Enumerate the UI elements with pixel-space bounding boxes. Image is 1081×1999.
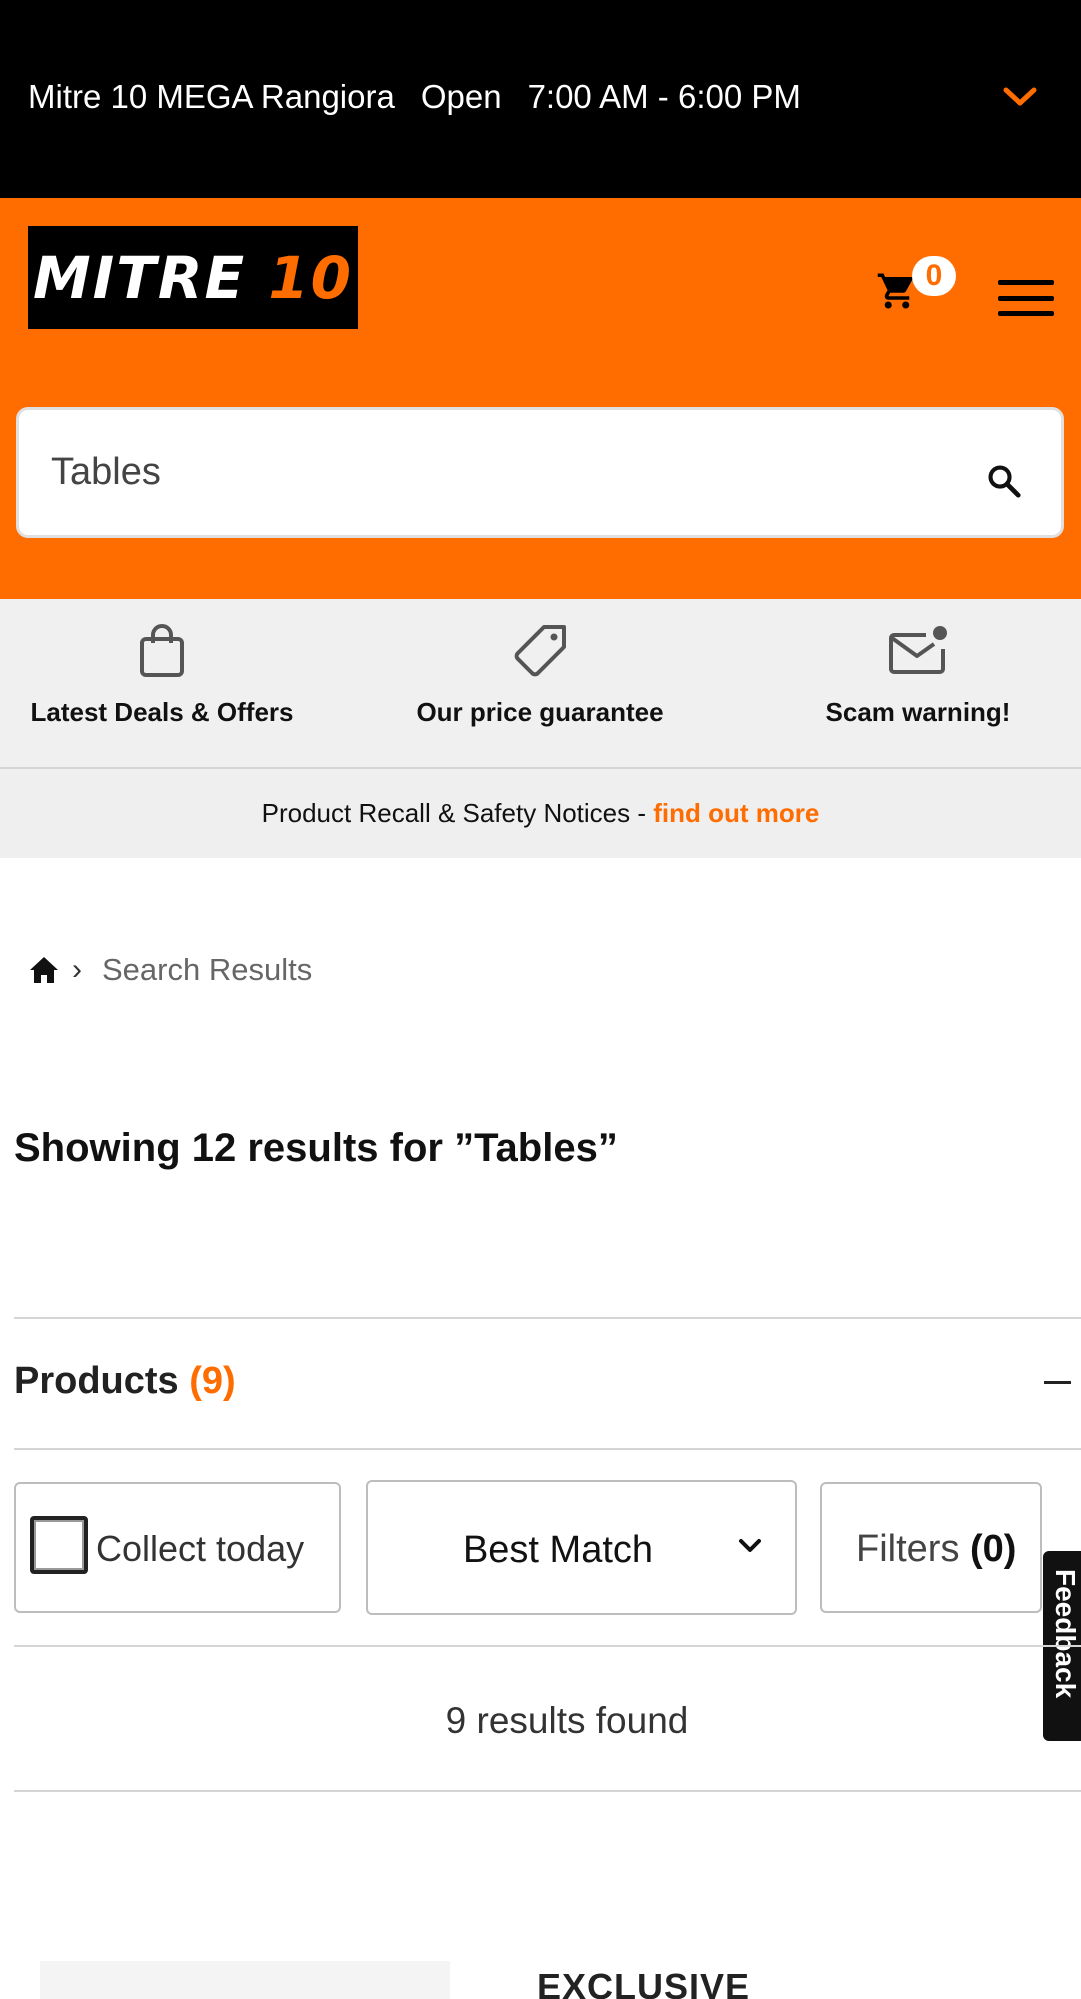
cart-count-badge: 0	[912, 256, 956, 296]
store-hours: 7:00 AM - 6:00 PM	[527, 78, 801, 115]
search-input[interactable]	[51, 446, 951, 498]
store-bar[interactable]: Mitre 10 MEGA Rangiora Open 7:00 AM - 6:00…	[0, 0, 1081, 198]
info-bar: Latest Deals & Offers Our price guarante…	[0, 599, 1081, 769]
recall-text: Product Recall & Safety Notices -	[261, 798, 654, 828]
products-label: Products	[14, 1360, 179, 1402]
filters-label: Filters (0)	[856, 1528, 1017, 1570]
mail-alert-icon	[889, 626, 947, 674]
store-name: Mitre 10 MEGA Rangiora	[28, 78, 395, 115]
divider	[14, 1790, 1081, 1792]
filters-count: (0)	[970, 1528, 1017, 1570]
sort-value: Best Match	[462, 1529, 654, 1571]
price-tag-icon	[514, 625, 566, 677]
results-heading: Showing 12 results for ”Tables”	[14, 1126, 618, 1170]
scam-warning-label: Scam warning!	[825, 697, 1011, 727]
collect-today-filter[interactable]: Collect today	[14, 1482, 341, 1613]
price-guarantee-link[interactable]: Our price guarantee	[398, 623, 682, 728]
exclusive-badge: EXCLUSIVE	[537, 1966, 751, 1999]
chevron-down-icon	[739, 1539, 761, 1552]
search-bar	[16, 407, 1064, 538]
latest-deals-label: Latest Deals & Offers	[30, 697, 294, 727]
shopping-bag-icon	[140, 624, 184, 677]
recall-find-out-more-link[interactable]: find out more	[653, 798, 819, 828]
site-header: MITRE 10 0	[0, 198, 1081, 599]
collect-today-checkbox[interactable]	[30, 1516, 88, 1574]
breadcrumb-current: Search Results	[102, 952, 313, 987]
price-guarantee-label: Our price guarantee	[416, 697, 664, 727]
products-section-header[interactable]: Products (9)	[14, 1360, 236, 1403]
collapse-minus-icon[interactable]	[1044, 1381, 1071, 1384]
divider	[14, 1317, 1081, 1319]
store-status: Open	[420, 78, 502, 115]
divider	[14, 1645, 1081, 1647]
home-icon[interactable]	[28, 955, 60, 985]
chevron-down-icon[interactable]	[1003, 86, 1037, 108]
logo-text: MITRE 10	[32, 243, 354, 312]
products-count: (9)	[189, 1360, 236, 1402]
mitre10-logo[interactable]: MITRE 10	[28, 226, 358, 329]
breadcrumb: › Search Results	[28, 950, 312, 990]
results-found-count: 9 results found	[445, 1700, 689, 1741]
latest-deals-link[interactable]: Latest Deals & Offers	[20, 623, 304, 728]
sort-select[interactable]: Best Match	[366, 1480, 797, 1615]
recall-notice: Product Recall & Safety Notices - find o…	[0, 769, 1081, 858]
collect-today-label: Collect today	[96, 1528, 305, 1569]
breadcrumb-separator: ›	[72, 953, 82, 986]
search-icon[interactable]	[985, 462, 1023, 500]
feedback-label: Feedback	[1050, 1569, 1081, 1699]
store-info: Mitre 10 MEGA Rangiora Open 7:00 AM - 6:00…	[28, 78, 827, 116]
product-image[interactable]	[40, 1961, 450, 1999]
scam-warning-link[interactable]: Scam warning!	[776, 623, 1060, 728]
filters-button[interactable]: Filters (0)	[820, 1482, 1042, 1613]
hamburger-menu-icon[interactable]	[998, 280, 1054, 316]
divider	[14, 1448, 1081, 1450]
